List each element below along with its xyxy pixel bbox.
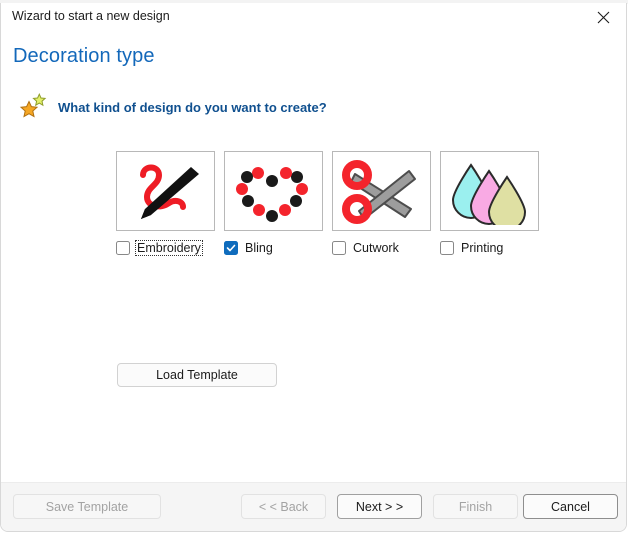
question-text: What kind of design do you want to creat… [58,99,327,115]
needle-and-thread-icon [139,164,199,219]
load-template-button[interactable]: Load Template [117,363,277,387]
question-row: What kind of design do you want to creat… [19,93,327,121]
option-cutwork-checkbox-row[interactable]: Cutwork [332,239,431,257]
window-title: Wizard to start a new design [12,9,170,23]
cancel-button[interactable]: Cancel [523,494,618,519]
checkbox-bling[interactable] [224,241,238,255]
option-embroidery-checkbox-row[interactable]: Embroidery [116,239,215,257]
option-embroidery-thumbnail[interactable] [116,151,215,231]
option-embroidery: Embroidery [116,151,215,257]
option-bling-checkbox-row[interactable]: Bling [224,239,323,257]
checkbox-label-printing[interactable]: Printing [460,241,504,255]
save-template-button[interactable]: Save Template [13,494,161,519]
option-bling-thumbnail[interactable] [224,151,323,231]
page-title: Decoration type [13,45,155,67]
option-printing: Printing [440,151,539,257]
option-printing-thumbnail[interactable] [440,151,539,231]
ink-drops-icon [451,163,526,225]
scissors-icon [341,160,416,224]
decoration-type-options: Embroidery Bling Cutwork Printing [116,151,539,257]
wizard-dialog-screen: · · · · · · · · · · · · · · · · · · · · … [0,0,628,533]
option-cutwork: Cutwork [332,151,431,257]
dialog-window: Wizard to start a new design Decoration … [0,3,627,532]
checkbox-printing[interactable] [440,241,454,255]
checkbox-label-bling[interactable]: Bling [244,241,274,255]
option-cutwork-thumbnail[interactable] [332,151,431,231]
back-button[interactable]: < < Back [241,494,326,519]
checkbox-embroidery[interactable] [116,241,130,255]
next-button[interactable]: Next > > [337,494,422,519]
dialog-footer: Save Template < < Back Next > > Finish C… [1,482,626,531]
checkbox-label-embroidery[interactable]: Embroidery [135,240,203,256]
checkbox-label-cutwork[interactable]: Cutwork [352,241,400,255]
checkbox-cutwork[interactable] [332,241,346,255]
finish-button[interactable]: Finish [433,494,518,519]
option-printing-checkbox-row[interactable]: Printing [440,239,539,257]
option-bling: Bling [224,151,323,257]
stars-icon [19,93,47,118]
close-icon [597,11,610,24]
close-button[interactable] [581,3,626,32]
title-bar: Wizard to start a new design [1,3,626,32]
rhinestone-heart-icon [235,167,308,222]
check-icon [226,244,236,252]
